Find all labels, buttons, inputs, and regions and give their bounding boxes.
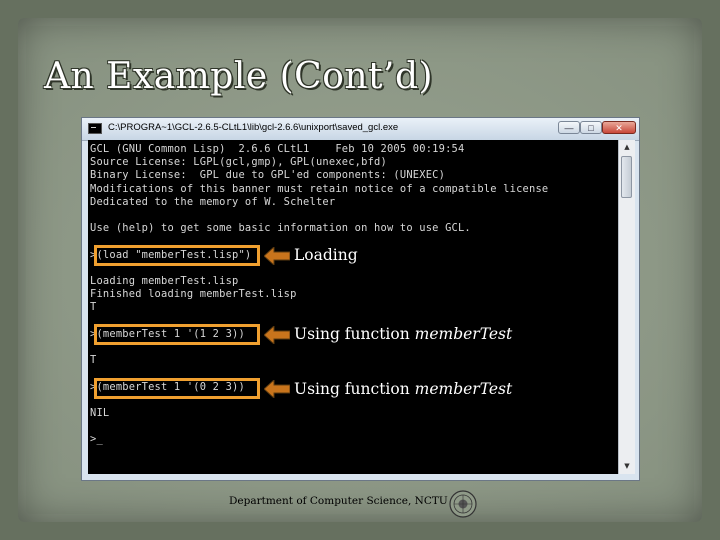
close-button[interactable]: ✕ — [602, 121, 636, 134]
command-highlight-load — [94, 245, 260, 266]
left-arrow-icon — [264, 326, 290, 344]
command-highlight-membertest-2 — [94, 378, 260, 399]
console-line: Loading memberTest.lisp — [90, 275, 239, 287]
window-titlebar[interactable]: C:\PROGRA~1\GCL-2.6.5-CLtL1\lib\gcl-2.6.… — [82, 118, 639, 141]
console-line: T — [90, 354, 97, 367]
console-app-icon[interactable] — [88, 123, 102, 134]
annotation-text: Loading — [294, 246, 358, 264]
console-line: Source License: LGPL(gcl,gmp), GPL(unexe… — [90, 156, 387, 169]
arrow-up-icon[interactable]: ▲ — [619, 140, 635, 155]
window-title: C:\PROGRA~1\GCL-2.6.5-CLtL1\lib\gcl-2.6.… — [108, 122, 399, 133]
annotation-using-function-1: Using function memberTest — [294, 325, 512, 343]
annotation-italic: memberTest — [414, 380, 513, 398]
console-line: Finished loading memberTest.lisp — [90, 288, 297, 301]
annotation-text: Using function — [294, 380, 415, 398]
console-line: GCL (GNU Common Lisp) 2.6.6 CLtL1 Feb 10… — [90, 143, 465, 155]
maximize-button[interactable]: □ — [580, 121, 602, 134]
left-arrow-icon — [264, 247, 290, 265]
command-highlight-membertest-1 — [94, 324, 260, 345]
console-line: Modifications of this banner must retain… — [90, 182, 549, 195]
annotation-text: Using function — [294, 325, 415, 343]
scrollbar-thumb[interactable] — [621, 156, 632, 198]
annotation-italic: memberTest — [414, 325, 513, 343]
university-seal-icon — [449, 490, 477, 518]
console-line: Binary License: GPL due to GPL'ed compon… — [90, 169, 446, 182]
console-line: Use (help) to get some basic information… — [90, 222, 471, 235]
slide-footer: Department of Computer Science, NCTU — [229, 495, 448, 507]
console-line: T — [90, 301, 97, 314]
annotation-using-function-2: Using function memberTest — [294, 380, 512, 398]
console-output[interactable]: GCL (GNU Common Lisp) 2.6.6 CLtL1 Feb 10… — [88, 140, 618, 474]
minimize-button[interactable]: — — [558, 121, 580, 134]
console-window: C:\PROGRA~1\GCL-2.6.5-CLtL1\lib\gcl-2.6.… — [81, 117, 640, 481]
arrow-down-icon[interactable]: ▼ — [619, 459, 635, 474]
slide-title: An Example (Cont’d) — [44, 56, 434, 97]
annotation-loading: Loading — [294, 246, 358, 264]
console-line: >_ — [90, 433, 103, 446]
left-arrow-icon — [264, 380, 290, 398]
vertical-scrollbar[interactable]: ▲ ▼ — [618, 140, 635, 474]
console-line: Dedicated to the memory of W. Schelter — [90, 195, 336, 208]
console-line: NIL — [90, 407, 110, 419]
